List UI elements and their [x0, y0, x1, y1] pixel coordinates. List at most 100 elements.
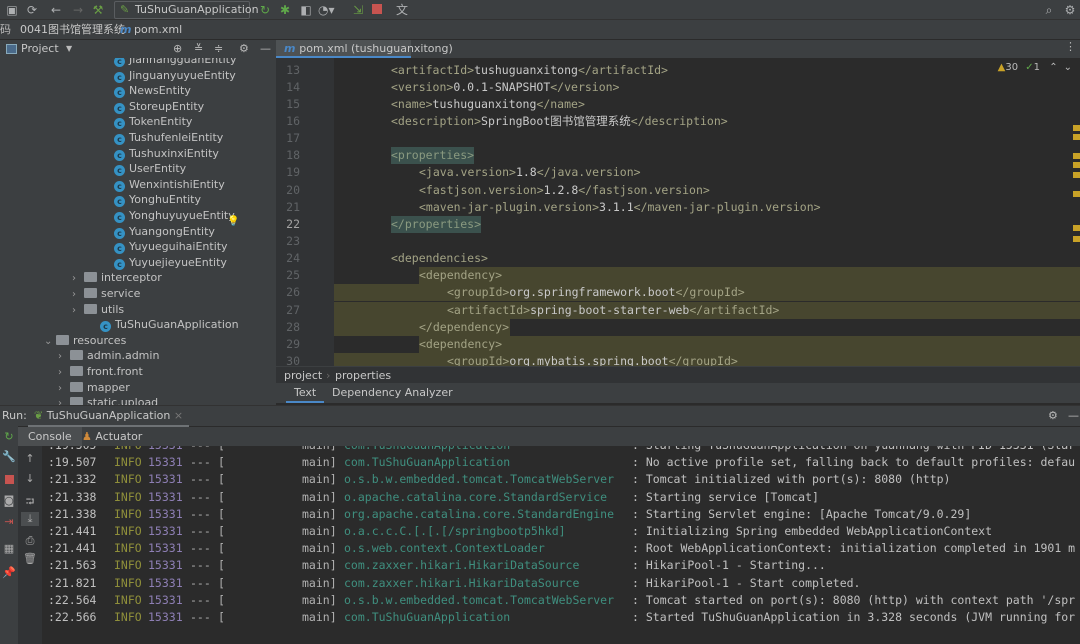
search-icon[interactable]: ⌕: [1041, 2, 1057, 18]
tree-item[interactable]: ⌄ resources: [44, 333, 126, 349]
log-th: main]: [302, 455, 337, 470]
tree-item[interactable]: c NewsEntity: [114, 83, 191, 99]
gear-icon[interactable]: ⚙: [239, 40, 249, 58]
tree-item[interactable]: c TuShuGuanApplication: [100, 317, 239, 333]
save-icon[interactable]: ▣: [4, 2, 20, 18]
pin-icon[interactable]: 📌: [0, 566, 18, 579]
chevron-right-icon[interactable]: ›: [58, 349, 70, 365]
camera-icon[interactable]: ◙: [0, 494, 18, 507]
tree-item[interactable]: c JinguanyuyueEntity: [114, 68, 236, 84]
tree-item[interactable]: c TushuxinxiEntity: [114, 146, 219, 162]
tree-item[interactable]: c StoreupEntity: [114, 99, 204, 115]
collapse-all-icon[interactable]: ≑: [214, 40, 223, 58]
forward-icon[interactable]: →: [70, 2, 86, 18]
debug-icon[interactable]: ✱: [277, 2, 293, 18]
settings-icon[interactable]: ⚙: [1062, 2, 1078, 18]
back-icon[interactable]: ←: [48, 2, 64, 18]
print-icon[interactable]: ⎙: [21, 534, 39, 548]
tree-item-label: TushuxinxiEntity: [129, 146, 219, 160]
close-icon[interactable]: ×: [170, 409, 183, 422]
tree-item[interactable]: c YuyueguihaiEntity: [114, 239, 228, 255]
log-th: main]: [302, 610, 337, 624]
tree-item[interactable]: c YonghuyuyueEntity: [114, 208, 235, 224]
xml-text: tushuguanxitong: [432, 96, 537, 111]
chevron-right-icon[interactable]: ›: [72, 271, 84, 287]
soft-wrap-icon[interactable]: ⮒: [21, 493, 39, 512]
hide-icon[interactable]: —: [1068, 406, 1079, 426]
tree-item[interactable]: c YonghuEntity: [114, 192, 201, 208]
sync-icon[interactable]: ⟳: [24, 2, 40, 18]
chevron-down-icon[interactable]: ⌄: [44, 334, 56, 350]
xml-tag: <java.version>: [419, 165, 516, 180]
chevron-right-icon[interactable]: ›: [58, 365, 70, 381]
code-editor[interactable]: ▲30 ✓1 ⌃ ⌄ <artifactId>tushuguanxitong</a…: [334, 58, 1080, 366]
run-configuration-select[interactable]: ✎TuShuGuanApplication▼: [114, 1, 259, 30]
build-hammer-icon[interactable]: ⚒: [90, 2, 106, 18]
coverage-icon[interactable]: ◧: [298, 2, 314, 18]
rerun-icon[interactable]: ↻: [257, 2, 273, 18]
tree-item-label: YuyueguihaiEntity: [129, 240, 228, 254]
console-output[interactable]: :19.505 INFO 15331 --- main] com.TuShuGuanApp…: [42, 446, 1080, 644]
tree-item[interactable]: c TokenEntity: [114, 114, 192, 130]
chevron-down-icon[interactable]: ⌄: [1064, 62, 1072, 73]
tree-item[interactable]: c YuyuejieyueEntity: [114, 255, 227, 271]
tab-text[interactable]: Text: [286, 383, 325, 403]
tree-item[interactable]: c WenxintishiEntity: [114, 177, 225, 193]
locate-icon[interactable]: ⊕: [173, 40, 182, 58]
gear-icon[interactable]: ⚙: [1048, 406, 1058, 426]
tab-console[interactable]: Console: [18, 427, 82, 446]
tree-item[interactable]: › admin.admin: [58, 348, 159, 364]
tab-actuator[interactable]: ♟ Actuator: [82, 427, 142, 446]
arrow-down-icon[interactable]: ↓: [21, 472, 39, 485]
run-label: Run:: [2, 409, 27, 422]
hide-icon[interactable]: —: [260, 40, 271, 58]
xml-tag: </maven-jar-plugin.version>: [633, 199, 821, 214]
breadcrumb-project[interactable]: 0041图书馆管理系统: [20, 20, 125, 40]
project-panel-title[interactable]: Project: [21, 40, 59, 58]
run-tab[interactable]: ❦ TuShuGuanApplication ×: [28, 406, 190, 427]
chevron-right-icon[interactable]: ›: [58, 396, 70, 405]
class-icon: c: [114, 243, 125, 255]
xml-tag: <artifactId>: [391, 62, 475, 77]
crumb-project[interactable]: project: [284, 367, 322, 384]
crumb-properties[interactable]: properties: [335, 367, 391, 384]
attach-icon[interactable]: ⇲: [350, 2, 366, 18]
chevron-down-icon[interactable]: ▼: [66, 40, 72, 58]
tab-dependency-analyzer[interactable]: Dependency Analyzer: [332, 383, 453, 403]
chevron-up-icon[interactable]: ⌃: [1049, 62, 1057, 73]
xml-tag: </artifactId>: [577, 62, 668, 77]
chevron-right-icon[interactable]: ›: [58, 381, 70, 397]
tree-item[interactable]: c UserEntity: [114, 161, 186, 177]
wrench-icon[interactable]: 🔧: [0, 450, 18, 463]
tree-item[interactable]: c JianhangguanEntity: [114, 58, 236, 68]
bulb-icon[interactable]: 💡: [227, 216, 239, 227]
scroll-to-end-icon[interactable]: ⤓: [21, 512, 39, 526]
tree-item[interactable]: › service: [72, 286, 140, 302]
chevron-right-icon[interactable]: ›: [72, 303, 84, 319]
profile-icon[interactable]: ◔▾: [318, 2, 335, 18]
more-icon[interactable]: ⋮: [1065, 40, 1076, 53]
tree-item[interactable]: › interceptor: [72, 270, 162, 286]
rerun-icon[interactable]: ↻: [0, 430, 18, 443]
tree-item[interactable]: › front.front: [58, 364, 143, 380]
exit-icon[interactable]: ⇥: [0, 515, 18, 528]
expand-all-icon[interactable]: ≚: [194, 40, 203, 58]
arrow-up-icon[interactable]: ↑: [21, 452, 39, 465]
translate-icon[interactable]: 文: [394, 2, 410, 18]
tree-item[interactable]: › mapper: [58, 380, 130, 396]
inspection-widget[interactable]: ▲30 ✓1 ⌃ ⌄: [998, 62, 1072, 73]
stop-icon[interactable]: [369, 2, 385, 18]
tree-item[interactable]: › static.upload: [58, 395, 158, 405]
log-pid: 15331: [148, 558, 183, 573]
tree-item[interactable]: c TushufenleiEntity: [114, 130, 223, 146]
tree-item[interactable]: c YuangongEntity: [114, 224, 215, 240]
tree-item[interactable]: › utils: [72, 302, 124, 318]
stop-icon[interactable]: [0, 474, 18, 487]
layout-icon[interactable]: ▦: [0, 542, 18, 555]
breadcrumb-prefix[interactable]: 码: [0, 20, 11, 40]
breadcrumb-file[interactable]: pom.xml: [134, 20, 182, 40]
chevron-right-icon[interactable]: ›: [72, 287, 84, 303]
tab-pom-xml[interactable]: m pom.xml (tushuguanxitong): [276, 40, 453, 58]
trash-icon[interactable]: 🗑: [21, 552, 39, 565]
log-t: :21.821: [48, 575, 97, 590]
